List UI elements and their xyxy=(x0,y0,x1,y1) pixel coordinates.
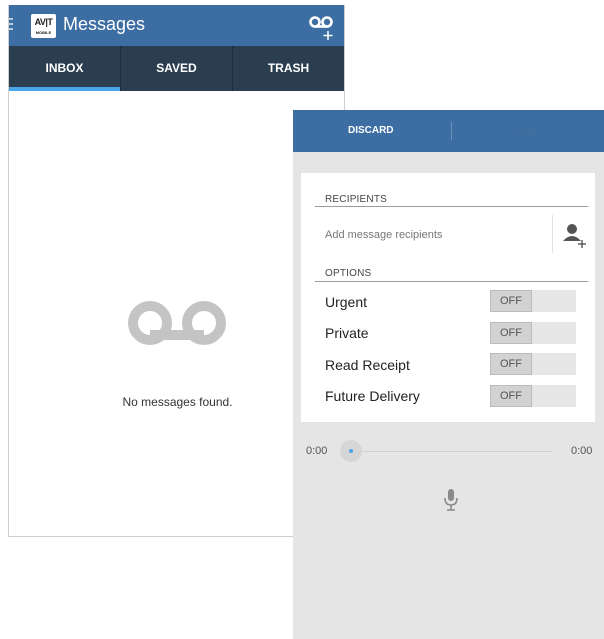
seek-thumb[interactable] xyxy=(340,440,362,462)
compose-card: RECIPIENTS Add message recipients OPTION… xyxy=(301,173,595,422)
hamburger-icon[interactable] xyxy=(9,18,13,32)
add-person-icon xyxy=(563,224,586,248)
time-total: 0:00 xyxy=(571,445,593,457)
time-elapsed: 0:00 xyxy=(306,445,328,457)
action-divider xyxy=(451,122,452,140)
voicemail-icon xyxy=(128,301,226,345)
section-divider xyxy=(315,206,588,207)
app-logo: AV|T MOBILE xyxy=(31,14,56,38)
section-divider xyxy=(315,281,588,282)
send-button[interactable]: SEND xyxy=(449,110,604,152)
microphone-icon xyxy=(444,489,458,511)
tab-trash[interactable]: TRASH xyxy=(232,46,344,91)
tab-saved[interactable]: SAVED xyxy=(120,46,232,91)
record-button[interactable] xyxy=(443,488,459,512)
recipients-section-title: RECIPIENTS xyxy=(325,194,388,205)
add-recipient-button[interactable] xyxy=(552,215,595,253)
recipients-input[interactable]: Add message recipients xyxy=(325,229,442,241)
toggle-state: OFF xyxy=(490,385,532,407)
toggle-state: OFF xyxy=(490,353,532,375)
compose-screen: DISCARD SEND RECIPIENTS Add message reci… xyxy=(293,110,604,639)
tab-inbox[interactable]: INBOX xyxy=(9,46,120,91)
logo-subtext: MOBILE xyxy=(35,30,52,35)
options-section-title: OPTIONS xyxy=(325,268,372,279)
tab-bar: INBOX SAVED TRASH xyxy=(9,46,344,91)
urgent-toggle[interactable]: OFF xyxy=(490,290,576,312)
app-bar: AV|T MOBILE Messages xyxy=(9,5,344,46)
toggle-state: OFF xyxy=(490,322,532,344)
private-toggle[interactable]: OFF xyxy=(490,322,576,344)
future-delivery-toggle[interactable]: OFF xyxy=(490,385,576,407)
option-future-delivery-label: Future Delivery xyxy=(325,388,420,404)
option-read-receipt-label: Read Receipt xyxy=(325,357,410,373)
discard-button[interactable]: DISCARD xyxy=(293,110,449,152)
seek-bar[interactable] xyxy=(345,451,552,452)
option-private-label: Private xyxy=(325,325,369,341)
new-voicemail-button[interactable] xyxy=(306,11,336,41)
voicemail-add-icon xyxy=(309,16,333,40)
app-title: Messages xyxy=(63,14,146,34)
read-receipt-toggle[interactable]: OFF xyxy=(490,353,576,375)
action-bar: DISCARD SEND xyxy=(293,110,604,152)
option-urgent-label: Urgent xyxy=(325,294,368,310)
logo-mark: AV|T xyxy=(34,17,53,27)
toggle-state: OFF xyxy=(490,290,532,312)
